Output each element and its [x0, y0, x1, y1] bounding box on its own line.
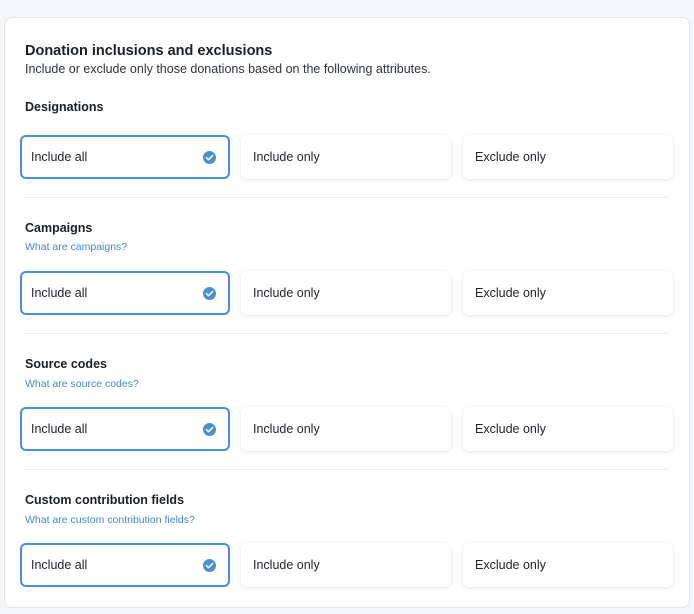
check-circle-icon [203, 151, 216, 164]
check-circle-icon [203, 287, 216, 300]
designations-include-only-option[interactable]: Include only [241, 135, 451, 179]
panel-title: Donation inclusions and exclusions [25, 43, 273, 59]
option-label: Include all [31, 150, 88, 164]
section-title: Designations [25, 100, 104, 114]
custom-fields-exclude-only-option[interactable]: Exclude only [463, 543, 673, 587]
source-codes-exclude-only-option[interactable]: Exclude only [463, 407, 673, 451]
source-codes-options: Include all Include only Exclude only [20, 407, 676, 451]
option-label: Include all [31, 286, 88, 300]
designations-options: Include all Include only Exclude only [20, 135, 676, 179]
section-title: Custom contribution fields [25, 493, 185, 507]
section-title: Source codes [25, 357, 107, 371]
source-codes-include-only-option[interactable]: Include only [241, 407, 451, 451]
option-label: Exclude only [475, 422, 546, 436]
campaigns-include-all-option[interactable]: Include all [20, 271, 230, 315]
option-label: Include only [253, 150, 320, 164]
panel-subtitle: Include or exclude only those donations … [25, 62, 431, 76]
divider [25, 333, 669, 334]
check-circle-icon [203, 423, 216, 436]
option-label: Include only [253, 422, 320, 436]
option-label: Include all [31, 422, 88, 436]
section-title: Campaigns [25, 221, 93, 235]
option-label: Exclude only [475, 286, 546, 300]
option-label: Exclude only [475, 558, 546, 572]
divider [25, 469, 669, 470]
designations-include-all-option[interactable]: Include all [20, 135, 230, 179]
campaigns-exclude-only-option[interactable]: Exclude only [463, 271, 673, 315]
campaigns-include-only-option[interactable]: Include only [241, 271, 451, 315]
campaigns-options: Include all Include only Exclude only [20, 271, 676, 315]
divider [25, 197, 669, 198]
donation-settings-panel: Donation inclusions and exclusions Inclu… [4, 17, 690, 608]
custom-fields-include-all-option[interactable]: Include all [20, 543, 230, 587]
source-codes-include-all-option[interactable]: Include all [20, 407, 230, 451]
option-label: Include all [31, 558, 88, 572]
panel-header: Donation inclusions and exclusions Inclu… [25, 42, 431, 77]
option-label: Include only [253, 286, 320, 300]
option-label: Exclude only [475, 150, 546, 164]
custom-fields-include-only-option[interactable]: Include only [241, 543, 451, 587]
designations-exclude-only-option[interactable]: Exclude only [463, 135, 673, 179]
option-label: Include only [253, 558, 320, 572]
campaigns-help-link[interactable]: What are campaigns? [25, 240, 127, 254]
custom-fields-help-link[interactable]: What are custom contribution fields? [25, 513, 195, 527]
check-circle-icon [203, 559, 216, 572]
custom-fields-options: Include all Include only Exclude only [20, 543, 676, 587]
source-codes-help-link[interactable]: What are source codes? [25, 377, 139, 391]
